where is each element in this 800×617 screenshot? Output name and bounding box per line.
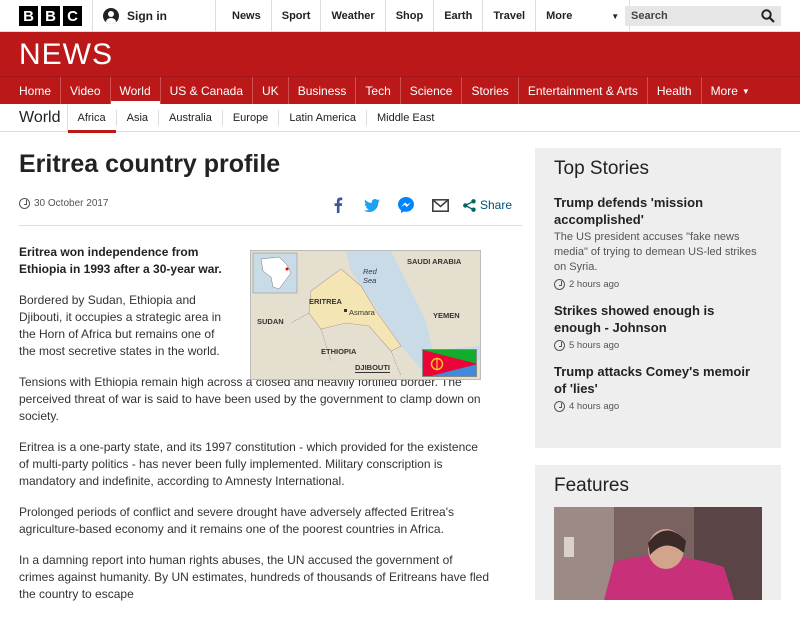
map-label-eritrea: ERITREA [309, 297, 342, 306]
more-label: More [710, 84, 738, 98]
sub-nav-middle-east[interactable]: Middle East [365, 109, 444, 126]
main-nav-home[interactable]: Home [10, 77, 62, 105]
main-nav-health[interactable]: Health [648, 77, 702, 105]
eritrea-flag [422, 349, 477, 377]
story-item[interactable]: Strikes showed enough is enough - Johnso… [554, 302, 762, 351]
main-nav-us-canada[interactable]: US & Canada [161, 77, 254, 105]
search-input[interactable]: Search [625, 6, 781, 26]
logo-letter: C [63, 6, 82, 26]
global-top-bar: B B C Sign in News Sport Weather Shop Ea… [0, 0, 800, 32]
bbc-logo[interactable]: B B C [19, 6, 82, 26]
sub-nav-latin-america[interactable]: Latin America [278, 109, 366, 126]
features-title: Features [554, 475, 629, 496]
map-label-yemen: YEMEN [433, 311, 460, 320]
article-meta: 30 October 2017 Share [19, 192, 522, 226]
global-nav-travel[interactable]: Travel [483, 0, 537, 32]
global-nav: News Sport Weather Shop Earth Travel Mor… [222, 0, 631, 32]
main-nav-tech[interactable]: Tech [356, 77, 401, 105]
story-summary: The US president accuses "fake news medi… [554, 231, 757, 273]
global-nav-earth[interactable]: Earth [434, 0, 484, 32]
main-nav-entertainment-arts[interactable]: Entertainment & Arts [519, 77, 648, 105]
share-icon [463, 198, 476, 212]
main-nav-uk[interactable]: UK [253, 77, 289, 105]
messenger-icon[interactable] [395, 197, 417, 213]
section-title: World [19, 108, 61, 126]
map-label-djibouti: DJIBOUTI [355, 363, 391, 373]
story-time: 2 hours ago [554, 279, 762, 290]
story-headline: Trump defends 'mission accomplished' [554, 195, 704, 227]
share-button[interactable]: Share [463, 198, 512, 212]
article-paragraph: Tensions with Ethiopia remain high acros… [19, 375, 481, 423]
sign-in-label: Sign in [127, 9, 167, 23]
sub-nav-asia[interactable]: Asia [115, 109, 158, 126]
news-banner: NEWS Home Video World US & Canada UK Bus… [0, 32, 800, 105]
global-nav-sport[interactable]: Sport [272, 0, 322, 32]
global-nav-more-button[interactable]: More ▼ [536, 0, 631, 32]
clock-icon [554, 279, 565, 290]
section-sub-nav: World Africa Asia Australia Europe Latin… [0, 103, 800, 133]
page-title: Eritrea country profile [19, 150, 281, 178]
clock-icon [554, 401, 565, 412]
map-label-saudi: SAUDI ARABIA [407, 257, 462, 266]
search-placeholder: Search [631, 10, 668, 22]
sign-in-button[interactable]: Sign in [92, 0, 216, 32]
story-time: 4 hours ago [554, 401, 762, 412]
story-item[interactable]: Trump defends 'mission accomplished' The… [554, 194, 762, 290]
share-label: Share [480, 198, 513, 212]
global-nav-shop[interactable]: Shop [386, 0, 435, 32]
logo-letter: B [41, 6, 60, 26]
clock-icon [554, 340, 565, 351]
map-label-ethiopia: ETHIOPIA [321, 347, 357, 356]
logo-letter: B [19, 6, 38, 26]
sub-nav-africa[interactable]: Africa [66, 103, 116, 133]
top-stories-panel: Top Stories Trump defends 'mission accom… [535, 148, 781, 448]
features-panel: Features [535, 465, 781, 600]
email-icon[interactable] [429, 197, 451, 213]
main-nav-stories[interactable]: Stories [462, 77, 519, 105]
sub-nav-europe[interactable]: Europe [221, 109, 278, 126]
feature-image[interactable] [554, 507, 762, 600]
facebook-icon[interactable] [327, 197, 349, 213]
search-icon[interactable] [761, 9, 775, 23]
article-paragraph: Bordered by Sudan, Ethiopia and Djibouti… [19, 293, 222, 358]
user-icon [103, 8, 119, 24]
chevron-down-icon: ▼ [741, 86, 750, 96]
main-nav-more-button[interactable]: More ▼ [702, 77, 759, 105]
global-nav-news[interactable]: News [222, 0, 272, 32]
sub-nav-australia[interactable]: Australia [158, 109, 222, 126]
top-stories-title: Top Stories [554, 158, 650, 179]
story-time: 5 hours ago [554, 340, 762, 351]
main-nav-video[interactable]: Video [61, 77, 111, 105]
story-headline: Trump attacks Comey's memoir of 'lies' [554, 364, 750, 396]
clock-icon [19, 198, 30, 209]
news-logo[interactable]: NEWS [19, 38, 113, 72]
twitter-icon[interactable] [361, 197, 383, 213]
article-paragraph: Eritrea is a one-party state, and its 19… [19, 440, 478, 488]
story-item[interactable]: Trump attacks Comey's memoir of 'lies' 4… [554, 363, 762, 412]
story-headline: Strikes showed enough is enough - Johnso… [554, 303, 715, 335]
map-label-red-sea: Red Sea [363, 267, 377, 285]
article-paragraph: Prolonged periods of conflict and severe… [19, 505, 454, 536]
main-nav: Home Video World US & Canada UK Business… [0, 76, 800, 105]
article-paragraph: In a damning report into human rights ab… [19, 553, 490, 601]
chevron-down-icon: ▼ [611, 11, 620, 21]
map-label-sudan: SUDAN [257, 317, 284, 326]
main-nav-science[interactable]: Science [401, 77, 463, 105]
main-nav-world[interactable]: World [110, 77, 161, 105]
main-nav-business[interactable]: Business [289, 77, 357, 105]
eritrea-map[interactable]: SAUDI ARABIA Red Sea ERITREA Asmara SUDA… [250, 250, 481, 380]
share-tools: Share [327, 197, 512, 213]
map-label-asmara: Asmara [349, 308, 375, 317]
date-label: 30 October 2017 [34, 198, 109, 209]
article-lead: Eritrea won independence from Ethiopia i… [19, 245, 222, 276]
more-label: More [546, 10, 573, 22]
global-nav-weather[interactable]: Weather [321, 0, 386, 32]
